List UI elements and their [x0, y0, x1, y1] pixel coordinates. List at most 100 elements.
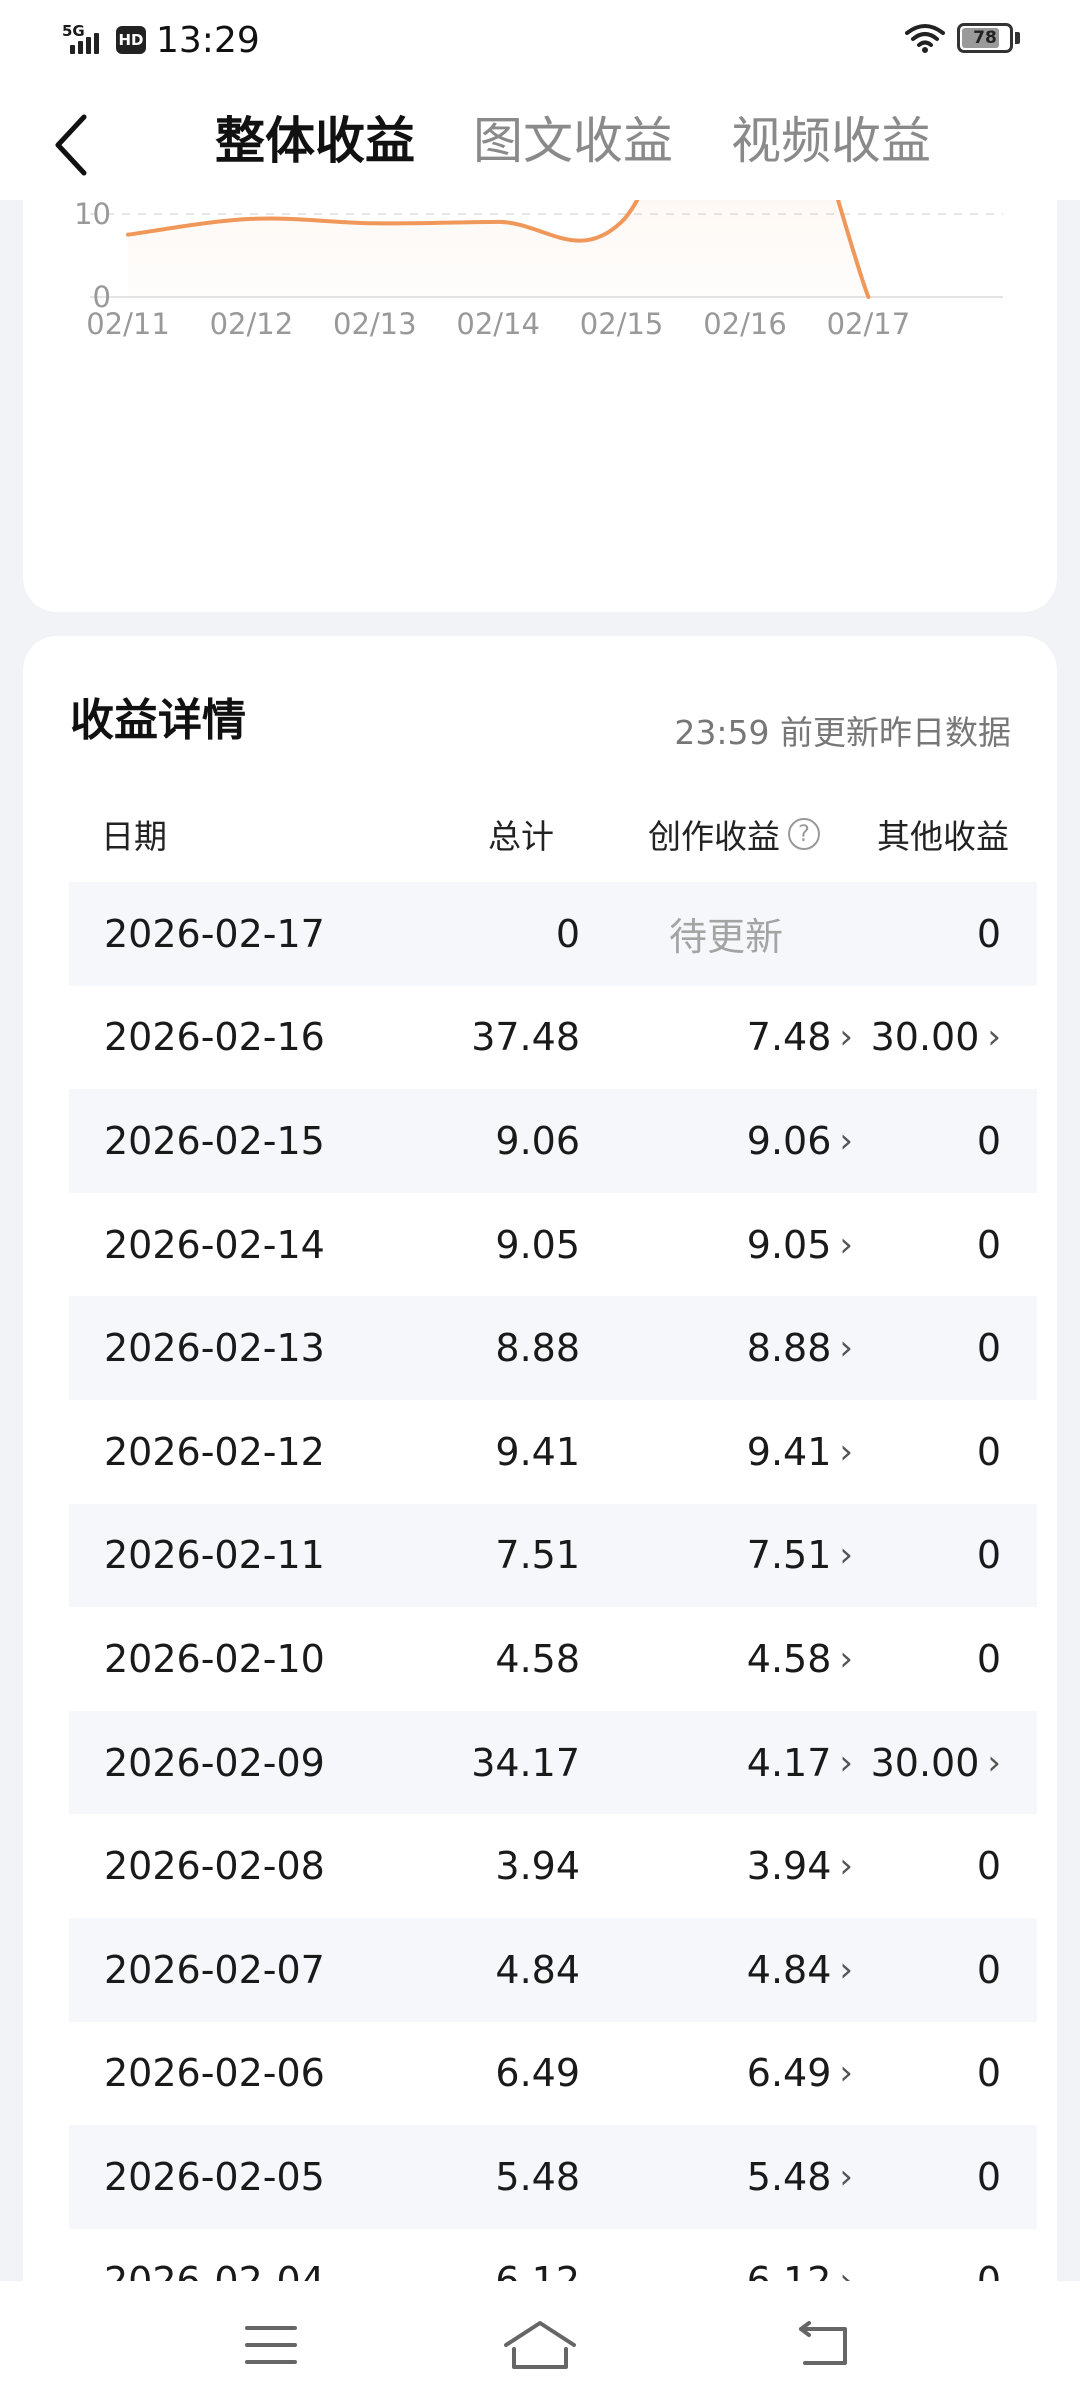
header-date: 日期: [101, 817, 167, 856]
row-creation[interactable]: 6.49 ›: [747, 2022, 853, 2126]
tab-article-earnings[interactable]: 图文收益: [473, 108, 673, 174]
chevron-right-icon: ›: [839, 2053, 853, 2094]
row-date-value: 2026-02-16: [104, 1015, 325, 1060]
details-title: 收益详情: [70, 695, 246, 746]
home-button[interactable]: [500, 2305, 580, 2385]
row-other: 0: [977, 1296, 1001, 1400]
row-creation[interactable]: 7.51 ›: [747, 1504, 853, 1608]
row-other-value: 0: [976, 2258, 1001, 2281]
row-date: 2026-02-09: [104, 1711, 325, 1815]
row-creation-value: 9.06: [746, 1118, 832, 1163]
row-creation-value: 待更新: [668, 915, 783, 960]
row-total: 3.94: [495, 1814, 580, 1918]
row-creation-value: 4.58: [746, 1636, 832, 1681]
menu-button[interactable]: [231, 2305, 311, 2385]
update-note: 23:59 前更新昨日数据: [674, 713, 1011, 752]
x-tick-label: 02/13: [333, 307, 417, 341]
row-date: 2026-02-06: [104, 2022, 325, 2126]
chevron-right-icon: ›: [987, 1742, 1001, 1783]
row-date: 2026-02-04: [104, 2229, 325, 2281]
row-total-value: 3.94: [495, 1844, 580, 1889]
row-creation: 待更新: [669, 882, 783, 986]
row-other-value: 0: [976, 1844, 1001, 1889]
row-date: 2026-02-05: [104, 2125, 325, 2229]
row-other: 0: [977, 1607, 1001, 1711]
battery-icon: 78: [957, 23, 1013, 53]
row-total-value: 34.17: [471, 1740, 580, 1785]
row-creation-value: 6.12: [746, 2258, 832, 2281]
row-total: 9.06: [495, 1089, 580, 1193]
row-total-value: 37.48: [471, 1015, 580, 1060]
row-other-value: 0: [976, 1118, 1001, 1163]
cellular-signal-icon: 5G: [62, 20, 110, 60]
table-row: 2026-02-04 6.12 6.12 › 0: [69, 2229, 1037, 2281]
table-row: 2026-02-07 4.84 4.84 › 0: [69, 1917, 1037, 2022]
chevron-right-icon: ›: [987, 1017, 1001, 1058]
tab-overall-earnings[interactable]: 整体收益: [215, 108, 415, 174]
x-tick-label: 02/17: [827, 307, 911, 341]
chevron-right-icon: ›: [839, 1742, 853, 1783]
row-creation-value: 4.17: [746, 1740, 832, 1785]
row-date-value: 2026-02-17: [104, 911, 325, 956]
row-other-value: 0: [976, 1222, 1001, 1267]
row-date-value: 2026-02-05: [104, 2154, 325, 2199]
table-row: 2026-02-14 9.05 9.05 › 0: [69, 1193, 1037, 1297]
x-tick-label: 02/11: [86, 307, 170, 341]
row-total: 7.51: [495, 1504, 580, 1608]
header-creation: 创作收益 ?: [648, 810, 820, 858]
table-row: 2026-02-05 5.48 5.48 › 0: [69, 2125, 1037, 2229]
row-other-value: 0: [976, 1636, 1001, 1681]
row-total: 8.88: [495, 1296, 580, 1400]
row-date: 2026-02-14: [104, 1193, 325, 1297]
row-total-value: 9.06: [495, 1118, 580, 1163]
row-creation[interactable]: 4.58 ›: [747, 1607, 853, 1711]
row-other: 0: [977, 1918, 1001, 2022]
table-row: 2026-02-09 34.17 4.17 › 30.00 ›: [69, 1710, 1037, 1815]
row-creation-value: 9.05: [746, 1222, 832, 1267]
question-circle-icon[interactable]: ?: [788, 818, 820, 850]
row-creation[interactable]: 4.84 ›: [747, 1918, 853, 2022]
row-creation-value: 5.48: [746, 2154, 832, 2199]
row-creation-value: 7.48: [746, 1015, 832, 1060]
row-creation[interactable]: 4.17 ›: [747, 1711, 853, 1815]
chevron-right-icon: ›: [839, 1224, 853, 1265]
row-other-value: 0: [976, 1326, 1001, 1371]
row-creation[interactable]: 9.06 ›: [747, 1089, 853, 1193]
row-other[interactable]: 30.00 ›: [871, 986, 1001, 1090]
chevron-right-icon: ›: [839, 1017, 853, 1058]
row-total-value: 0: [555, 911, 580, 956]
row-creation[interactable]: 3.94 ›: [747, 1814, 853, 1918]
row-creation-value: 3.94: [746, 1844, 832, 1889]
row-total: 9.05: [495, 1193, 580, 1297]
row-other: 0: [977, 2125, 1001, 2229]
row-other[interactable]: 30.00 ›: [871, 1711, 1001, 1815]
row-creation[interactable]: 6.12 ›: [747, 2229, 853, 2281]
row-date: 2026-02-13: [104, 1296, 325, 1400]
wifi-icon: [905, 24, 945, 53]
chevron-right-icon: ›: [839, 1638, 853, 1679]
row-date: 2026-02-10: [104, 1607, 325, 1711]
row-total: 6.49: [495, 2022, 580, 2126]
header-total: 总计: [488, 817, 554, 856]
return-button[interactable]: [783, 2305, 863, 2385]
row-other: 0: [977, 882, 1001, 986]
header-creation-label: 创作收益: [648, 817, 780, 856]
row-total-value: 4.58: [495, 1636, 580, 1681]
chevron-right-icon: ›: [839, 1431, 853, 1472]
row-total: 0: [556, 882, 580, 986]
back-button[interactable]: [40, 110, 100, 180]
chevron-right-icon: ›: [839, 1949, 853, 1990]
row-creation[interactable]: 9.05 ›: [747, 1193, 853, 1297]
row-total: 37.48: [471, 986, 580, 1090]
row-other: 0: [977, 2229, 1001, 2281]
row-creation[interactable]: 9.41 ›: [747, 1400, 853, 1504]
row-date: 2026-02-12: [104, 1400, 325, 1504]
tab-video-earnings[interactable]: 视频收益: [731, 108, 931, 174]
earnings-chart-card: 2010002/1102/1202/1302/1402/1502/1602/17: [23, 200, 1057, 612]
row-creation[interactable]: 8.88 ›: [747, 1296, 853, 1400]
row-creation[interactable]: 7.48 ›: [747, 986, 853, 1090]
row-date-value: 2026-02-07: [104, 1947, 325, 1992]
table-row: 2026-02-06 6.49 6.49 › 0: [69, 2022, 1037, 2126]
row-date-value: 2026-02-15: [104, 1118, 325, 1163]
row-creation[interactable]: 5.48 ›: [747, 2125, 853, 2229]
